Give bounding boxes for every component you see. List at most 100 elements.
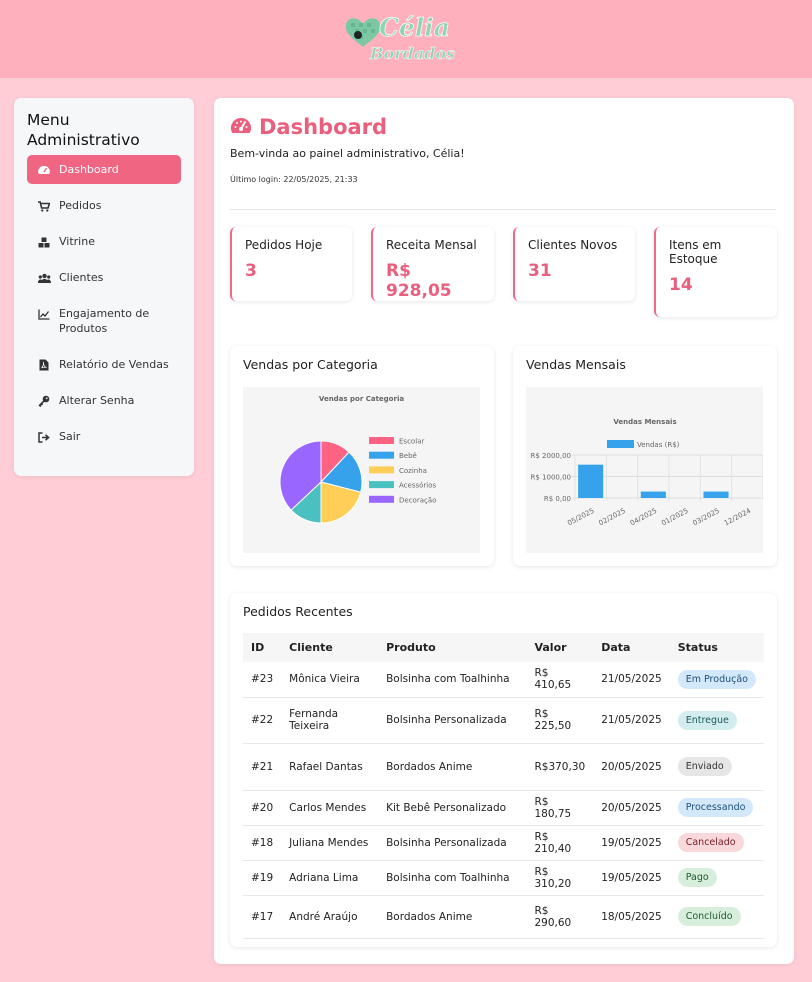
legend-swatch — [369, 481, 394, 489]
brand-logo-art: Célia Bordados — [345, 13, 455, 63]
cell-id: #23 — [243, 662, 282, 698]
legend-swatch — [369, 495, 394, 503]
orders-table: ID Cliente Produto Valor Data Status #23… — [243, 633, 764, 939]
page-title-text: Dashboard — [259, 115, 388, 139]
legend-label: Bebê — [399, 452, 417, 460]
sidebar-item-sair[interactable]: Sair — [27, 422, 181, 451]
cell-id: #22 — [243, 697, 282, 744]
site-header: Célia Bordados — [0, 0, 812, 78]
status-badge: Em Produção — [677, 669, 756, 689]
stat-card-monthly-revenue: Receita Mensal R$ 928,05 — [371, 227, 494, 301]
stat-label: Clientes Novos — [528, 238, 618, 252]
divider — [230, 209, 776, 210]
category-chart-panel: Vendas por Categoria Vendas por Categori… — [230, 346, 494, 566]
brand-logo[interactable]: Célia Bordados — [342, 9, 470, 65]
table-row[interactable]: #23 Mônica Vieira Bolsinha com Toalhinha R$… — [243, 662, 764, 698]
table-row[interactable]: #17 André Araújo Bordados Anime R$ 290,60 18… — [243, 895, 764, 939]
x-tick-label: 02/2025 — [597, 507, 626, 528]
sidebar: Menu Administrativo Dashboard Pedidos Vitr… — [14, 98, 194, 476]
cell-data: 20/05/2025 — [593, 743, 670, 791]
status-badge: Pago — [677, 868, 717, 887]
cell-valor: R$370,30 — [526, 743, 594, 791]
cell-cliente: Carlos Mendes — [281, 790, 379, 826]
sidebar-item-clientes[interactable]: Clientes — [27, 263, 181, 292]
sidebar-item-dashboard[interactable]: Dashboard — [27, 155, 181, 184]
page-title: Dashboard — [230, 115, 387, 139]
table-row[interactable]: #21 Rafael Dantas Bordados Anime R$370,30 20… — [243, 743, 764, 791]
cell-status: Em Produção — [669, 662, 764, 698]
stat-value: 3 — [245, 261, 257, 281]
sidebar-item-label: Sair — [59, 430, 81, 443]
category-chart: Vendas por Categoria Escolar Bebê Cozinha Ac… — [243, 387, 480, 553]
cell-status: Enviado — [669, 743, 764, 791]
cell-data: 20/05/2025 — [593, 790, 670, 826]
cell-produto: Bolsinha Personalizada — [378, 697, 527, 744]
stat-label: Pedidos Hoje — [245, 238, 323, 252]
cell-data: 21/05/2025 — [593, 697, 670, 744]
y-tick-label: R$ 2000,00 — [531, 452, 572, 460]
stat-card-stock-items: Itens em Estoque 14 — [654, 227, 777, 317]
col-header-date: Data — [593, 633, 670, 662]
stat-value: 31 — [528, 261, 552, 281]
bar-04/2025[interactable] — [640, 491, 666, 498]
legend-swatch — [369, 466, 394, 474]
stat-label: Itens em Estoque — [669, 238, 722, 266]
logo-line2: Bordados — [369, 44, 455, 63]
pdf-file-icon — [37, 358, 51, 372]
cell-valor: R$ 410,65 — [526, 662, 594, 698]
cell-produto: Bordados Anime — [378, 895, 527, 939]
stat-label: Receita Mensal — [386, 238, 477, 252]
col-header-status: Status — [669, 633, 764, 662]
legend-swatch — [369, 437, 394, 444]
cell-valor: R$ 210,40 — [526, 825, 594, 861]
table-row[interactable]: #20 Carlos Mendes Kit Bebê Personalizado R$… — [243, 790, 764, 826]
welcome-message: Bem-vinda ao painel administrativo, Céli… — [230, 147, 465, 160]
sidebar-item-label: Alterar Senha — [59, 394, 135, 407]
x-tick-label: 05/2025 — [566, 507, 595, 528]
bar-03/2025[interactable] — [703, 491, 729, 498]
sidebar-item-alterar-senha[interactable]: Alterar Senha — [27, 386, 181, 415]
sidebar-item-pedidos[interactable]: Pedidos — [27, 191, 181, 220]
sidebar-item-engajamento-de-produtos[interactable]: Engajamento de Produtos — [27, 299, 181, 343]
cart-icon — [37, 199, 51, 213]
sign-out-icon — [37, 430, 51, 444]
x-tick-label: 01/2025 — [660, 507, 689, 528]
cell-valor: R$ 180,75 — [526, 790, 594, 826]
line-chart-icon — [37, 307, 51, 321]
cell-valor: R$ 290,60 — [526, 895, 594, 939]
col-header-id: ID — [243, 633, 282, 662]
recent-orders-panel: Pedidos Recentes ID Cliente Produto Valo… — [230, 593, 777, 947]
cell-data: 19/05/2025 — [593, 860, 670, 896]
cell-id: #21 — [243, 743, 282, 791]
sidebar-item-label: Clientes — [59, 271, 104, 284]
last-login: Último login: 22/05/2025, 21:33 — [230, 175, 358, 184]
status-badge: Cancelado — [677, 833, 744, 852]
bar-05/2025[interactable] — [578, 464, 604, 498]
cell-produto: Bordados Anime — [378, 743, 527, 791]
cell-cliente: Adriana Lima — [281, 860, 379, 896]
table-row[interactable]: #19 Adriana Lima Bolsinha com Toalhinha R$ … — [243, 860, 764, 896]
gauge-icon — [230, 117, 252, 133]
col-header-value: Valor — [526, 633, 594, 662]
cell-id: #20 — [243, 790, 282, 826]
sidebar-item-vitrine[interactable]: Vitrine — [27, 227, 181, 256]
logo-line1: Célia — [379, 13, 450, 42]
sidebar-item-label: Relatório de Vendas — [59, 358, 169, 371]
legend-label: Acessórios — [399, 482, 437, 490]
cell-status: Concluído — [669, 895, 764, 939]
cell-produto: Kit Bebê Personalizado — [378, 790, 527, 826]
cell-id: #18 — [243, 825, 282, 861]
sidebar-item-relatorio-de-vendas[interactable]: Relatório de Vendas — [27, 350, 181, 379]
legend-label: Escolar — [399, 438, 424, 446]
table-row[interactable]: #22 Fernanda Teixeira Bolsinha Personaliza… — [243, 697, 764, 744]
bar-chart-svg: Vendas Mensais Vendas (R$) R$ 0,00 R$ 1000,… — [531, 418, 764, 528]
table-row[interactable]: #18 Juliana Mendes Bolsinha Personalizada R… — [243, 825, 764, 861]
legend-swatch — [607, 440, 634, 448]
cell-valor: R$ 310,20 — [526, 860, 594, 896]
stat-card-orders-today: Pedidos Hoje 3 — [230, 227, 352, 301]
panel-title: Vendas por Categoria — [243, 357, 378, 372]
users-icon — [37, 271, 51, 285]
monthly-chart-panel: Vendas Mensais Vendas Mensais Vendas (R$)… — [513, 346, 777, 566]
boxes-icon — [37, 235, 51, 249]
y-tick-label: R$ 1000,00 — [531, 474, 572, 482]
